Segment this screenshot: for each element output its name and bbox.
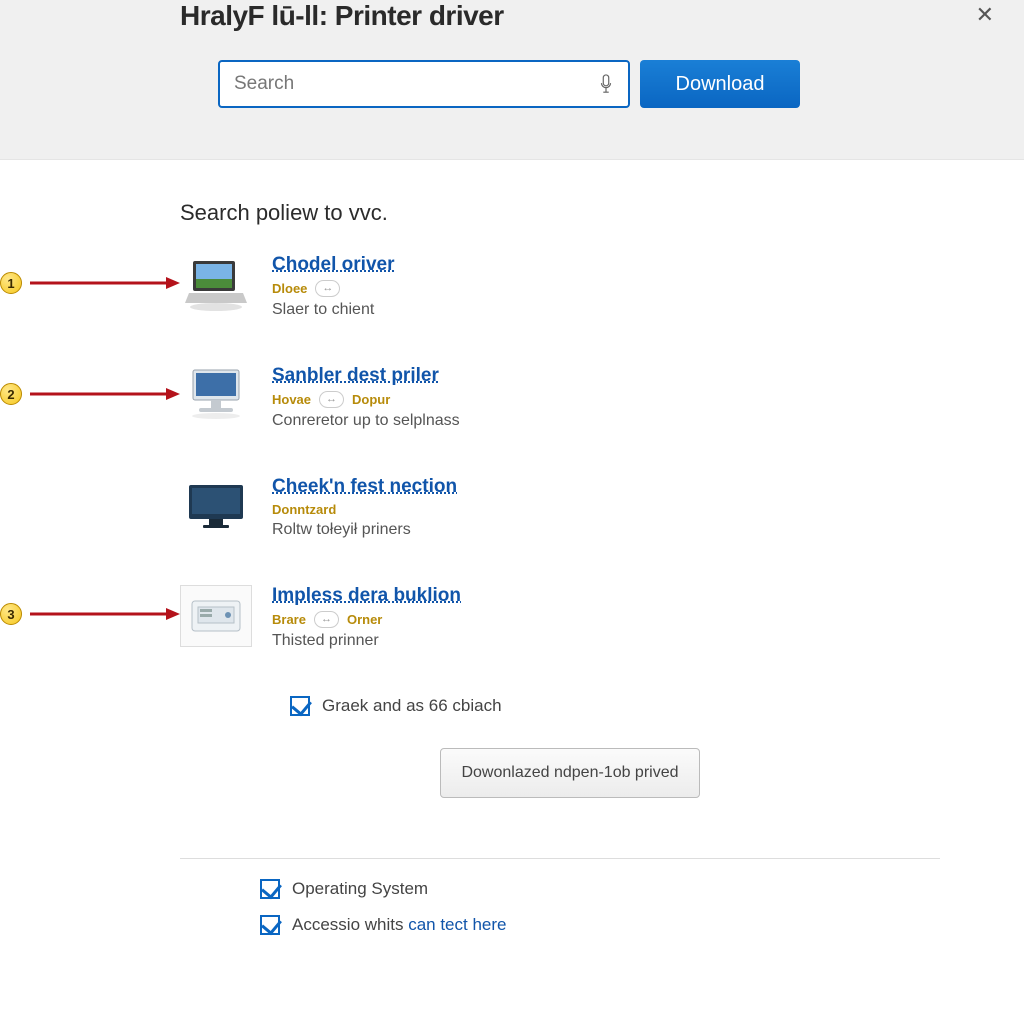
result-description: Conreretor up to selplnass <box>272 412 460 430</box>
result-title[interactable]: Cheek'n fest nection <box>272 476 457 498</box>
option-checkbox-label: Graek and as 66 cbiach <box>322 696 502 716</box>
option-checkbox[interactable] <box>290 696 310 716</box>
meta-tag: Dopur <box>352 392 390 407</box>
os-checkbox-label: Operating System <box>292 879 428 899</box>
download-button[interactable]: Download <box>640 60 800 108</box>
desktop-icon <box>180 365 252 427</box>
header-bar: HralyF lū-ll: Printer driver ✕ Search Do… <box>0 0 1024 160</box>
microphone-icon[interactable] <box>598 74 614 94</box>
laptop-icon <box>180 254 252 316</box>
close-icon[interactable]: ✕ <box>976 2 994 28</box>
printer-icon <box>180 585 252 647</box>
callout-number: 2 <box>0 383 22 405</box>
result-description: Roltw tołeyił priners <box>272 521 457 539</box>
meta-tag: Orner <box>347 612 382 627</box>
callout-arrow: 1 <box>0 272 180 298</box>
meta-chip: ↔ <box>319 391 344 408</box>
result-description: Slaer to chient <box>272 301 394 319</box>
result-item: Cheek'n fest nection Donntzard Roltw toł… <box>180 476 964 539</box>
option-checkbox-row: Graek and as 66 cbiach <box>290 696 964 716</box>
arrow-icon <box>30 273 180 293</box>
callout-arrow: 2 <box>0 383 180 409</box>
footer-options: Operating System Accessio whits can tect… <box>260 879 964 935</box>
meta-chip: ↔ <box>314 611 339 628</box>
results-heading: Search poliew to vvc. <box>180 200 964 226</box>
result-list: 1 Chodel oriver Dloee <box>180 254 964 650</box>
access-checkbox[interactable] <box>260 915 280 935</box>
meta-tag: Brare <box>272 612 306 627</box>
arrow-icon <box>30 604 180 624</box>
access-label: Accessio whits can tect here <box>292 915 506 935</box>
access-text: Accessio whits <box>292 915 408 934</box>
os-checkbox[interactable] <box>260 879 280 899</box>
meta-chip: ↔ <box>315 280 340 297</box>
download-secondary-button[interactable]: Dowonlazed ndpen-1ob prived <box>440 748 700 798</box>
result-title[interactable]: Chodel oriver <box>272 254 394 276</box>
meta-tag: Hovae <box>272 392 311 407</box>
access-link[interactable]: can tect here <box>408 915 506 934</box>
callout-number: 1 <box>0 272 22 294</box>
result-title[interactable]: Sanbler dest priler <box>272 365 439 387</box>
monitor-icon <box>180 476 252 538</box>
arrow-icon <box>30 384 180 404</box>
result-item: 2 Sanbler dest priler H <box>180 365 964 430</box>
search-input[interactable]: Search <box>218 60 630 108</box>
result-title[interactable]: Impless dera buklion <box>272 585 461 607</box>
meta-tag: Dloee <box>272 281 307 296</box>
search-placeholder: Search <box>234 73 598 95</box>
callout-arrow: 3 <box>0 603 180 629</box>
page-title: HralyF lū-ll: Printer driver <box>180 0 1024 32</box>
result-item: 1 Chodel oriver Dloee <box>180 254 964 319</box>
divider <box>180 858 940 859</box>
callout-number: 3 <box>0 603 22 625</box>
result-description: Thisted prinner <box>272 632 461 650</box>
result-item: 3 Impless dera buklion <box>180 585 964 650</box>
meta-tag: Donntzard <box>272 502 336 517</box>
main-content: Search poliew to vvc. 1 <box>0 160 1024 935</box>
